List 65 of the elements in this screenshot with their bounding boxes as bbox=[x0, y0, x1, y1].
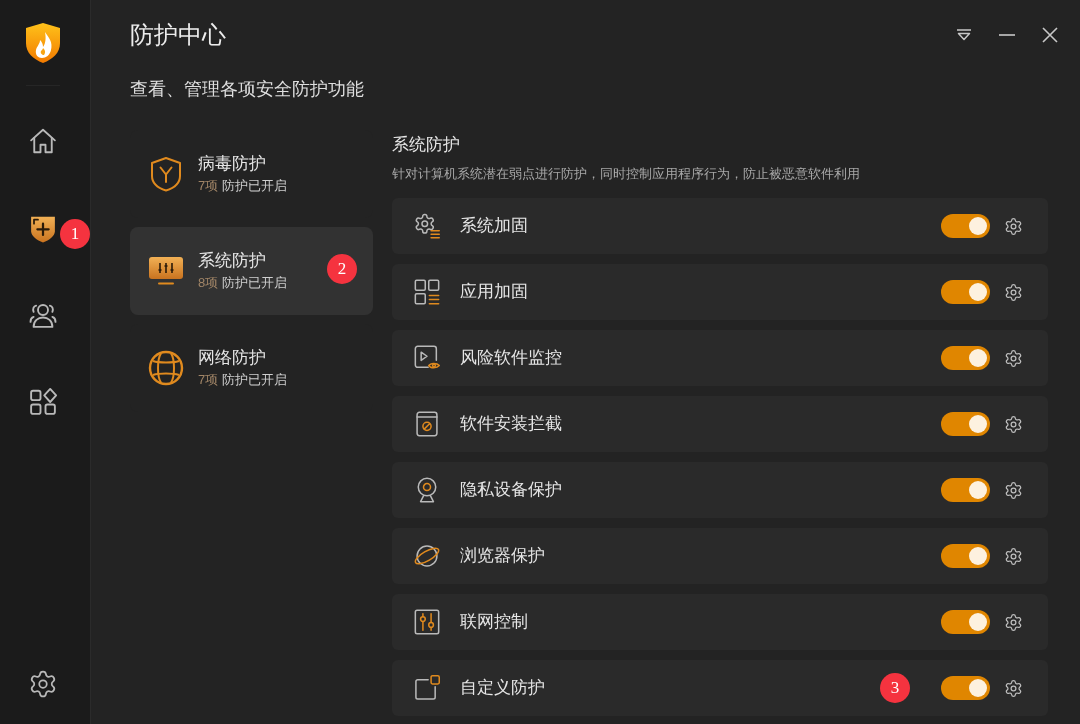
settings-button[interactable] bbox=[1003, 414, 1023, 434]
sliders-box-icon bbox=[413, 608, 441, 636]
settings-icon bbox=[1003, 612, 1023, 632]
category-item[interactable]: 系统防护 8项 防护已开启 2 bbox=[130, 227, 373, 315]
toggle-switch[interactable] bbox=[941, 412, 990, 436]
settings-button[interactable] bbox=[1003, 348, 1023, 368]
status-text: 防护已开启 bbox=[222, 274, 288, 292]
settings-button[interactable] bbox=[1003, 480, 1023, 500]
settings-icon bbox=[1003, 546, 1023, 566]
toggle-switch[interactable] bbox=[941, 346, 990, 370]
settings-icon bbox=[1003, 414, 1023, 434]
status-text: 防护已开启 bbox=[222, 177, 288, 195]
protection-label: 隐私设备保护 bbox=[460, 479, 562, 501]
toggle-switch[interactable] bbox=[941, 610, 990, 634]
item-count: 7项 bbox=[198, 177, 219, 195]
settings-icon bbox=[1003, 282, 1023, 302]
shield-y-icon bbox=[148, 156, 184, 192]
globe-icon bbox=[148, 350, 184, 386]
toggle-switch[interactable] bbox=[941, 676, 990, 700]
nav-button[interactable] bbox=[28, 386, 58, 417]
protection-label: 应用加固 bbox=[460, 281, 528, 303]
close-icon bbox=[1042, 27, 1058, 43]
status-text: 防护已开启 bbox=[222, 371, 288, 389]
gear-list-icon bbox=[413, 212, 441, 240]
settings-icon bbox=[1003, 678, 1023, 698]
settings-icon bbox=[28, 669, 58, 699]
section-title: 系统防护 bbox=[392, 134, 461, 156]
protection-label: 软件安装拦截 bbox=[460, 413, 562, 435]
protection-label: 自定义防护 bbox=[460, 677, 545, 699]
page-subtitle: 查看、管理各项安全防护功能 bbox=[130, 78, 364, 101]
settings-button[interactable] bbox=[1003, 678, 1023, 698]
section-description: 针对计算机系统潜在弱点进行防护，同时控制应用程序行为，防止被恶意软件利用 bbox=[392, 165, 861, 183]
toggle-switch[interactable] bbox=[941, 478, 990, 502]
callout-number: 2 bbox=[327, 254, 357, 284]
box-blocked-icon bbox=[413, 410, 441, 438]
square-corner-icon bbox=[413, 674, 441, 702]
shield-flame-logo bbox=[26, 22, 60, 63]
protection-label: 风险软件监控 bbox=[460, 347, 562, 369]
settings-button[interactable] bbox=[1003, 546, 1023, 566]
callout-number: 3 bbox=[880, 673, 910, 703]
toggle-switch[interactable] bbox=[941, 214, 990, 238]
nav-button[interactable] bbox=[28, 669, 58, 699]
protection-label: 浏览器保护 bbox=[460, 545, 545, 567]
item-count: 8项 bbox=[198, 274, 219, 292]
category-title: 病毒防护 bbox=[198, 153, 267, 175]
item-count: 7项 bbox=[198, 371, 219, 389]
protection-label: 系统加固 bbox=[460, 215, 528, 237]
category-title: 网络防护 bbox=[198, 347, 267, 369]
settings-button[interactable] bbox=[1003, 282, 1023, 302]
planet-icon bbox=[413, 542, 441, 570]
protection-label: 联网控制 bbox=[460, 611, 528, 633]
callout-number: 1 bbox=[60, 218, 90, 249]
minimize-icon bbox=[999, 34, 1015, 36]
settings-icon bbox=[1003, 348, 1023, 368]
settings-button[interactable] bbox=[1003, 216, 1023, 236]
grid-list-icon bbox=[413, 278, 441, 306]
window-title: 防护中心 bbox=[130, 20, 226, 50]
category-title: 系统防护 bbox=[198, 250, 267, 272]
caret-down-icon bbox=[956, 29, 972, 41]
settings-icon bbox=[1003, 480, 1023, 500]
toggle-switch[interactable] bbox=[941, 544, 990, 568]
toggle-switch[interactable] bbox=[941, 280, 990, 304]
apps-grid-icon bbox=[28, 386, 58, 417]
settings-icon bbox=[1003, 216, 1023, 236]
settings-button[interactable] bbox=[1003, 612, 1023, 632]
